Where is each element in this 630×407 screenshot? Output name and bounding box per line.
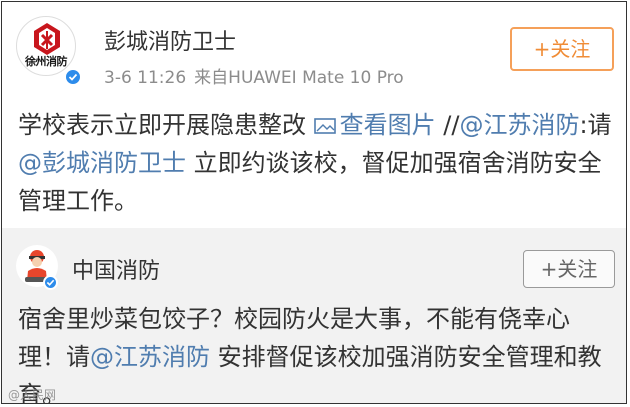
post-meta: 3-6 11:26 来自HUAWEI Mate 10 Pro (104, 63, 404, 88)
watermark: @人民网 (8, 388, 57, 402)
post-text: 学校表示立即开展隐患整改 查看图片 //@江苏消防:请@彭城消防卫士 立即约谈该… (18, 111, 612, 215)
image-icon (313, 118, 336, 134)
mention-pengcheng-link[interactable]: @彭城消防卫士 (18, 149, 186, 177)
weibo-post-card: 徐州消防 彭城消防卫士 3-6 11:26 来自HUAWEI Mate 10 Pr… (1, 1, 627, 404)
retweet-username[interactable]: 中国消防 (72, 253, 160, 285)
mention-jiangsu-link[interactable]: @江苏消防 (459, 111, 579, 139)
follow-button[interactable]: +关注 (510, 27, 614, 71)
post-source: 来自HUAWEI Mate 10 Pro (194, 68, 404, 88)
avatar-label: 徐州消防 (25, 55, 68, 68)
post-date: 3-6 11:26 (104, 68, 187, 88)
username[interactable]: 彭城消防卫士 (104, 24, 236, 56)
view-image-link[interactable]: 查看图片 (313, 111, 436, 139)
retweet-verified-badge-icon (43, 275, 58, 290)
retweet-block[interactable]: 中国消防 +关注 宿舍里炒菜包饺子？校园防火是大事，不能有侥幸心理！请@江苏消防… (2, 228, 626, 404)
retweet-mention-jiangsu-link[interactable]: @江苏消防 (90, 343, 210, 371)
verified-badge-icon (64, 68, 82, 86)
user-avatar[interactable]: 徐州消防 (16, 16, 76, 76)
retweet-text: 宿舍里炒菜包饺子？校园防火是大事，不能有侥幸心理！请@江苏消防 安排督促该校加强… (18, 305, 602, 404)
retweet-follow-button[interactable]: +关注 (523, 250, 615, 288)
